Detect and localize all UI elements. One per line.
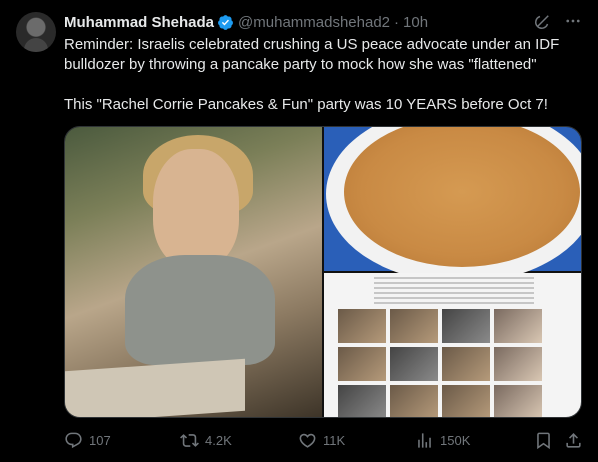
thumbnail [494, 385, 542, 417]
tweet-text-line-1: Reminder: Israelis celebrated crushing a… [64, 36, 560, 73]
photo-pancake[interactable] [324, 127, 581, 283]
repost-icon [180, 433, 199, 447]
tweet-text-line-2: This "Rachel Corrie Pancakes & Fun" part… [64, 96, 548, 113]
thumbnail [390, 385, 438, 417]
tweet[interactable]: Muhammad Shehada @muhammadshehad2 · 10h … [0, 0, 598, 462]
action-bar: 107 4.2K 11K 150K [64, 430, 582, 450]
photo-detail-scarf [125, 255, 275, 365]
thumbnail [390, 309, 438, 343]
repost-count: 4.2K [205, 432, 232, 448]
thumbnail [442, 385, 490, 417]
bookmark-icon [537, 432, 550, 449]
grok-icon[interactable] [534, 12, 552, 35]
views-icon [418, 432, 431, 448]
thumbnail [494, 309, 542, 343]
tweet-time[interactable]: 10h [403, 14, 428, 31]
share-button[interactable] [564, 431, 583, 450]
media-grid[interactable] [64, 126, 582, 418]
thumbnail [338, 309, 386, 343]
avatar-silhouette [24, 38, 48, 52]
tweet-text: Reminder: Israelis celebrated crushing a… [64, 35, 582, 115]
separator-dot: · [394, 13, 400, 31]
thumbnail [338, 385, 386, 417]
photo-detail-face [153, 149, 239, 267]
thumbnail [442, 347, 490, 381]
photo-detail-page-text [374, 277, 534, 305]
photo-portrait[interactable] [65, 127, 322, 417]
thumbnail [390, 347, 438, 381]
share-icon [566, 432, 581, 448]
author-name[interactable]: Muhammad Shehada [64, 14, 214, 31]
photo-webpage-screenshot[interactable] [324, 273, 581, 417]
author-handle[interactable]: @muhammadshehad2 [238, 14, 390, 31]
reply-count: 107 [89, 432, 111, 448]
reply-button[interactable]: 107 [64, 431, 111, 450]
repost-button[interactable]: 4.2K [180, 431, 232, 450]
photo-detail-book [65, 358, 245, 417]
tweet-header: Muhammad Shehada @muhammadshehad2 · 10h [64, 12, 582, 32]
like-icon [299, 433, 316, 448]
header-actions [534, 12, 582, 35]
thumbnail [494, 347, 542, 381]
more-icon[interactable] [564, 12, 582, 35]
avatar[interactable] [16, 12, 56, 52]
thumbnail [338, 347, 386, 381]
photo-detail-thumbnails [338, 309, 542, 417]
views-button[interactable]: 150K [415, 431, 470, 450]
reply-icon [65, 432, 82, 448]
verified-badge-icon [218, 14, 233, 30]
thumbnail [442, 309, 490, 343]
bookmark-button[interactable] [534, 431, 553, 450]
like-button[interactable]: 11K [298, 431, 345, 450]
like-count: 11K [323, 432, 346, 448]
views-count: 150K [440, 432, 471, 448]
